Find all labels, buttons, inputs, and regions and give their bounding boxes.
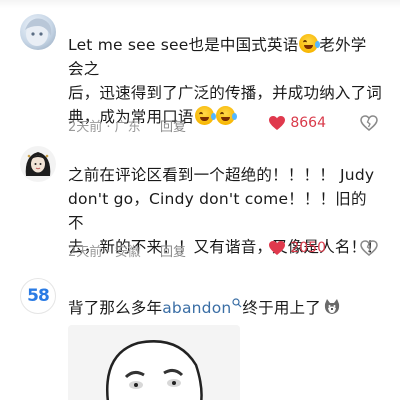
meme-face-image xyxy=(68,325,240,400)
comment-text: 背了那么多年abandon 终于用上了 xyxy=(68,296,382,320)
like-count: 2050 xyxy=(290,240,326,256)
dislike-button[interactable] xyxy=(360,115,378,135)
comment-image[interactable] xyxy=(68,325,240,400)
comment-body: Let me see see也是中国式英语 老外学会之 后，迅速得到了广泛的传播，… xyxy=(68,33,382,129)
comment-text-part: 背了那么多年 xyxy=(68,299,163,317)
timestamp-location: 2天前 · 广东 xyxy=(68,120,141,135)
comment-body: 背了那么多年abandon 终于用上了 xyxy=(68,296,382,320)
like-button[interactable]: 2050 xyxy=(268,240,326,256)
comment-text-part: 终于用上了 xyxy=(242,299,321,317)
reply-button[interactable]: 回复 xyxy=(160,116,186,135)
comment-text-part: don't go，Cindy don't come！！！旧的不 xyxy=(68,190,367,232)
keyword-link[interactable]: abandon xyxy=(162,299,231,317)
comment-text: Let me see see也是中国式英语 老外学会之 后，迅速得到了广泛的传播，… xyxy=(68,33,382,129)
avatar[interactable]: 58 xyxy=(20,278,56,314)
comment-text-part: Let me see see也是中国式英语 xyxy=(68,36,299,54)
top-divider xyxy=(0,0,400,8)
comment-text-part: 之前在评论区看到一个超绝的！！！！ Judy xyxy=(68,166,375,184)
avatar-logo-text: 58 xyxy=(27,286,50,306)
comment-text-part: 后，迅速得到了广泛的传播，并成功纳入了词 xyxy=(68,84,383,102)
like-button[interactable]: 8664 xyxy=(268,115,326,131)
avatar[interactable] xyxy=(20,14,56,50)
comment-meta: 2天前 · 广东 回复 8664 xyxy=(68,115,382,136)
broken-heart-icon xyxy=(360,115,378,131)
laughing-crying-emoji-icon xyxy=(299,34,321,53)
reply-button[interactable]: 回复 xyxy=(160,241,186,260)
timestamp-location: 2天前 · 安徽 xyxy=(68,245,141,260)
heart-icon xyxy=(269,241,286,255)
dislike-button[interactable] xyxy=(360,240,378,260)
avatar[interactable] xyxy=(20,146,56,182)
comment-meta: 2天前 · 安徽 回复 2050 xyxy=(68,240,382,261)
heart-icon xyxy=(269,116,286,130)
avatar-illustration xyxy=(25,152,51,176)
broken-heart-icon xyxy=(360,240,378,256)
avatar-illustration xyxy=(25,18,52,46)
search-icon[interactable] xyxy=(232,298,242,308)
like-count: 8664 xyxy=(290,115,326,131)
dog-emoji-icon xyxy=(324,299,340,314)
